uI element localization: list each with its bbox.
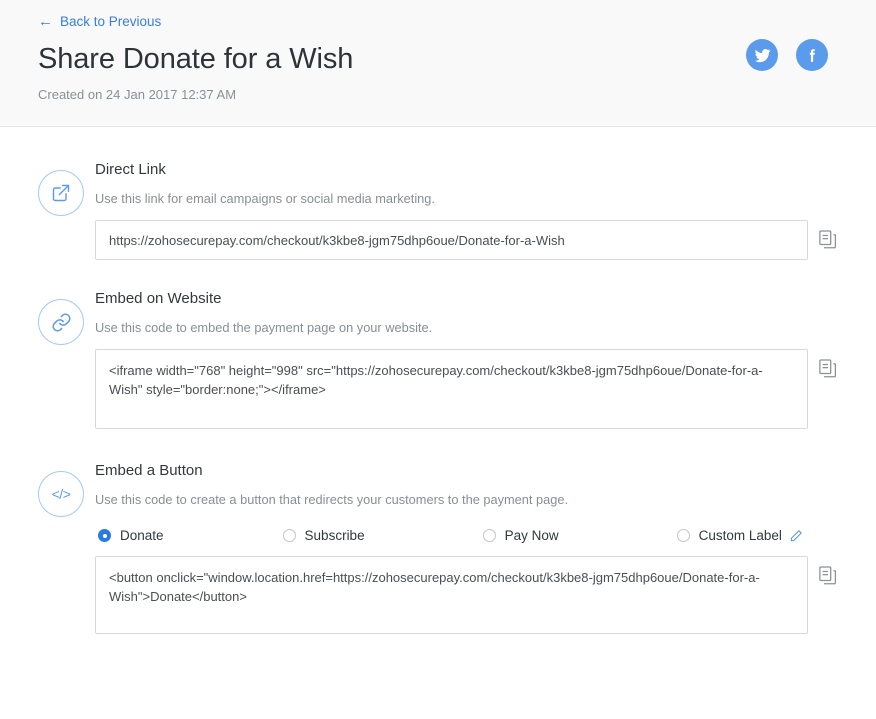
direct-link-input[interactable] (95, 220, 808, 261)
radio-label: Custom Label (698, 528, 782, 544)
created-on-text: Created on 24 Jan 2017 12:37 AM (38, 86, 237, 102)
section-direct-link-body: Direct Link Use this link for email camp… (95, 158, 840, 261)
copy-icon (819, 230, 837, 249)
copy-embed-button-button[interactable] (816, 563, 840, 589)
section-title: Embed a Button (95, 462, 203, 480)
radio-indicator (282, 529, 296, 543)
copy-icon (819, 566, 837, 585)
section-embed-button: </> Embed a Button Use this code to crea… (38, 459, 840, 635)
radio-option-subscribe[interactable]: Subscribe (282, 528, 365, 544)
social-share-group (746, 39, 828, 71)
edit-custom-label-button[interactable] (782, 529, 803, 543)
embed-button-field-row: <button onclick="window.location.href=ht… (95, 556, 840, 635)
radio-label: Donate (120, 528, 164, 544)
twitter-icon (754, 48, 771, 62)
radio-label: Subscribe (304, 528, 365, 544)
share-content: Direct Link Use this link for email camp… (0, 158, 876, 635)
section-description: Use this code to create a button that re… (95, 491, 569, 507)
embed-website-code-textarea[interactable]: <iframe width="768" height="998" src="ht… (95, 349, 808, 430)
code-icon: </> (38, 471, 84, 518)
back-to-previous-label: Back to Previous (60, 13, 162, 29)
section-title: Direct Link (95, 161, 166, 178)
link-chain-icon (38, 299, 84, 346)
section-description: Use this code to embed the payment page … (95, 319, 433, 335)
section-embed-website-body: Embed on Website Use this code to embed … (95, 287, 840, 430)
embed-website-field-row: <iframe width="768" height="998" src="ht… (95, 349, 840, 430)
facebook-share-button[interactable] (796, 39, 828, 71)
radio-indicator (482, 529, 496, 543)
page-header: ← Back to Previous Share Donate for a Wi… (0, 0, 876, 127)
radio-indicator (676, 529, 690, 543)
external-link-icon (38, 170, 84, 216)
direct-link-field-row (95, 220, 840, 261)
back-to-previous-link[interactable]: ← Back to Previous (38, 14, 161, 29)
embed-button-code-textarea[interactable]: <button onclick="window.location.href=ht… (95, 556, 808, 635)
radio-option-custom-label[interactable]: Custom Label (676, 528, 782, 544)
copy-direct-link-button[interactable] (816, 227, 840, 253)
radio-label: Pay Now (504, 528, 559, 544)
section-embed-website: Embed on Website Use this code to embed … (38, 287, 840, 430)
radio-indicator (98, 529, 111, 543)
pencil-icon (790, 530, 802, 542)
radio-option-donate[interactable]: Donate (98, 528, 164, 543)
section-description: Use this link for email campaigns or soc… (95, 190, 435, 206)
copy-icon (819, 359, 837, 378)
page-title: Share Donate for a Wish (38, 43, 354, 75)
arrow-left-icon: ← (38, 13, 53, 30)
radio-option-pay-now[interactable]: Pay Now (482, 528, 559, 544)
button-label-radio-group: Donate Subscribe Pay Now Custom Label (95, 528, 840, 543)
section-direct-link: Direct Link Use this link for email camp… (38, 158, 840, 261)
facebook-icon (809, 48, 815, 62)
twitter-share-button[interactable] (746, 39, 778, 71)
section-embed-button-body: Embed a Button Use this code to create a… (95, 459, 840, 635)
section-title: Embed on Website (95, 290, 222, 308)
copy-embed-website-button[interactable] (816, 356, 840, 382)
